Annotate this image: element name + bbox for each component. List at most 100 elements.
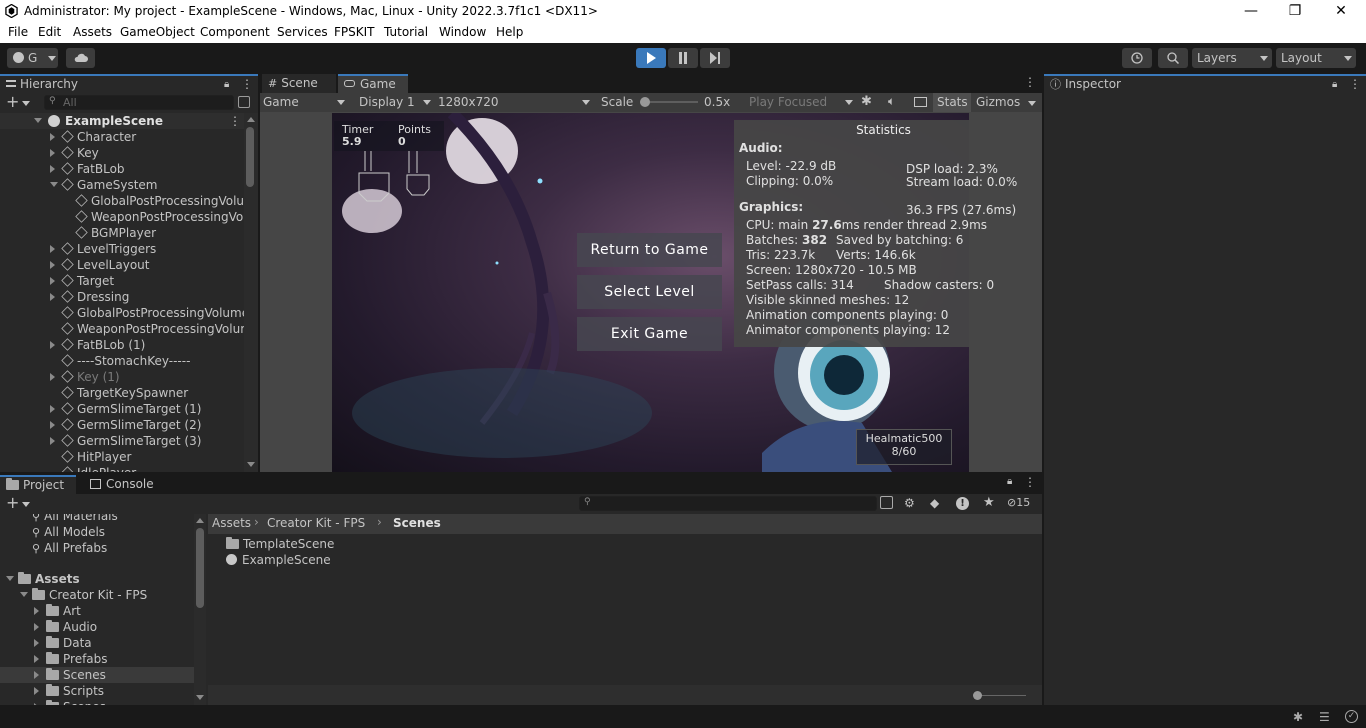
hierarchy-search-input[interactable]: ⚲ All: [44, 95, 234, 110]
tree-item-assets[interactable]: Assets: [18, 571, 80, 587]
favorite-item[interactable]: ⚲ All Materials: [32, 514, 118, 524]
collapse-arrow-icon[interactable]: [34, 639, 39, 647]
filter-icon[interactable]: ⚙︎: [904, 496, 915, 510]
menu-file[interactable]: File: [8, 25, 28, 39]
pause-button[interactable]: [668, 48, 698, 68]
scroll-down-icon[interactable]: [196, 695, 204, 700]
scrollbar-thumb[interactable]: [246, 127, 254, 187]
file-item[interactable]: TemplateScene: [226, 536, 334, 552]
collapse-arrow-icon[interactable]: [34, 655, 39, 663]
layers-dropdown[interactable]: Layers: [1192, 48, 1272, 68]
hierarchy-item[interactable]: GermSlimeTarget (1): [61, 401, 201, 417]
menu-window[interactable]: Window: [439, 25, 486, 39]
tab-game[interactable]: Game: [338, 74, 408, 93]
cloud-button[interactable]: [66, 48, 95, 68]
collapse-arrow-icon[interactable]: [34, 703, 39, 705]
bug-icon[interactable]: ✱: [861, 94, 872, 109]
hierarchy-item[interactable]: WeaponPostProcessingVolum: [61, 321, 244, 337]
maximize-button[interactable]: ❐: [1272, 0, 1318, 23]
scroll-down-icon[interactable]: [247, 462, 255, 467]
menu-component[interactable]: Component: [200, 25, 270, 39]
chevron-down-icon[interactable]: [1028, 101, 1036, 106]
label-icon[interactable]: ◆: [930, 496, 939, 510]
favorite-star-icon[interactable]: ★: [983, 495, 995, 510]
tree-item-folder[interactable]: Art: [0, 603, 194, 619]
icon-size-slider[interactable]: [973, 691, 1026, 700]
hierarchy-item[interactable]: Key (1): [61, 369, 120, 385]
collapse-arrow-icon[interactable]: [34, 687, 39, 695]
hierarchy-scrollbar[interactable]: [244, 113, 258, 472]
collapse-arrow-icon[interactable]: [50, 437, 55, 445]
warning-icon[interactable]: !: [956, 497, 969, 510]
add-icon[interactable]: +: [6, 494, 19, 512]
menu-services[interactable]: Services: [277, 25, 328, 39]
more-options-icon[interactable]: ⋮: [1024, 75, 1036, 89]
collapse-arrow-icon[interactable]: [50, 133, 55, 141]
breadcrumb-assets[interactable]: Assets: [212, 516, 251, 530]
breadcrumb-scenes[interactable]: Scenes: [393, 516, 441, 530]
chevron-down-icon[interactable]: [22, 101, 30, 106]
game-mode-dropdown[interactable]: Game: [263, 94, 345, 110]
tree-item-folder[interactable]: Scripts: [0, 683, 194, 699]
collapse-arrow-icon[interactable]: [34, 607, 39, 615]
scene-visibility-icon[interactable]: [238, 96, 250, 108]
play-focused-dropdown[interactable]: Play Focused: [749, 94, 853, 110]
collapse-arrow-icon[interactable]: [50, 421, 55, 429]
history-button[interactable]: [1122, 48, 1152, 68]
hierarchy-item[interactable]: TargetKeySpawner: [61, 385, 188, 401]
expand-arrow-icon[interactable]: [50, 182, 58, 187]
menu-help[interactable]: Help: [496, 25, 523, 39]
grid-view-icon[interactable]: [914, 97, 927, 107]
hierarchy-item[interactable]: Character: [61, 129, 136, 145]
scroll-up-icon[interactable]: [247, 117, 255, 122]
tab-project[interactable]: Project: [0, 475, 76, 494]
expand-arrow-icon[interactable]: [34, 118, 42, 123]
menu-assets[interactable]: Assets: [73, 25, 112, 39]
hierarchy-item[interactable]: Key: [61, 145, 99, 161]
hierarchy-item[interactable]: ----StomachKey-----: [61, 353, 190, 369]
tree-item-folder[interactable]: Scenes: [0, 699, 194, 705]
hierarchy-item[interactable]: GameSystem: [61, 177, 157, 193]
scene-header[interactable]: ExampleScene ⋮: [0, 113, 244, 129]
debug-icon[interactable]: ✱: [1293, 710, 1303, 724]
collapse-arrow-icon[interactable]: [50, 373, 55, 381]
menu-fpskit[interactable]: FPSKIT: [334, 25, 375, 39]
minimize-button[interactable]: —: [1228, 0, 1274, 23]
collapse-arrow-icon[interactable]: [50, 405, 55, 413]
hierarchy-item[interactable]: LevelTriggers: [61, 241, 156, 257]
tree-item-folder[interactable]: Audio: [0, 619, 194, 635]
audio-icon[interactable]: 🔈︎: [888, 94, 895, 109]
search-by-type-icon[interactable]: [880, 496, 893, 509]
lock-icon[interactable]: 🔒︎: [1007, 476, 1012, 487]
collapse-arrow-icon[interactable]: [34, 623, 39, 631]
more-options-icon[interactable]: ⋮: [241, 76, 253, 92]
account-dropdown[interactable]: G: [7, 48, 58, 68]
hierarchy-item[interactable]: GermSlimeTarget (3): [61, 433, 201, 449]
favorite-item[interactable]: ⚲ All Prefabs: [32, 540, 107, 556]
select-level-button[interactable]: Select Level: [577, 275, 722, 309]
menu-tutorial[interactable]: Tutorial: [384, 25, 428, 39]
collapse-arrow-icon[interactable]: [34, 671, 39, 679]
collapse-arrow-icon[interactable]: [50, 261, 55, 269]
scale-slider-thumb[interactable]: [640, 97, 650, 107]
hierarchy-item[interactable]: BGMPlayer: [75, 225, 156, 241]
scroll-up-icon[interactable]: [196, 518, 204, 523]
expand-arrow-icon[interactable]: [20, 592, 28, 597]
menu-edit[interactable]: Edit: [38, 25, 61, 39]
exit-game-button[interactable]: Exit Game: [577, 317, 722, 351]
layout-dropdown[interactable]: Layout: [1276, 48, 1356, 68]
layers-stack-icon[interactable]: ☰: [1319, 710, 1330, 724]
hierarchy-item[interactable]: HitPlayer: [61, 449, 131, 465]
tab-inspector[interactable]: ⓘ Inspector 🔒︎ ⋮: [1044, 74, 1366, 93]
expand-arrow-icon[interactable]: [6, 576, 14, 581]
collapse-arrow-icon[interactable]: [50, 149, 55, 157]
tree-scrollbar[interactable]: [194, 514, 206, 705]
more-options-icon[interactable]: ⋮: [1024, 475, 1036, 489]
collapse-arrow-icon[interactable]: [50, 277, 55, 285]
collapse-arrow-icon[interactable]: [50, 341, 55, 349]
collapse-arrow-icon[interactable]: [50, 293, 55, 301]
display-dropdown[interactable]: Display 1: [359, 94, 431, 110]
hierarchy-item[interactable]: GlobalPostProcessingVolume: [61, 305, 244, 321]
stats-toggle[interactable]: Stats: [933, 93, 971, 112]
lock-icon[interactable]: 🔒︎: [1332, 77, 1337, 93]
